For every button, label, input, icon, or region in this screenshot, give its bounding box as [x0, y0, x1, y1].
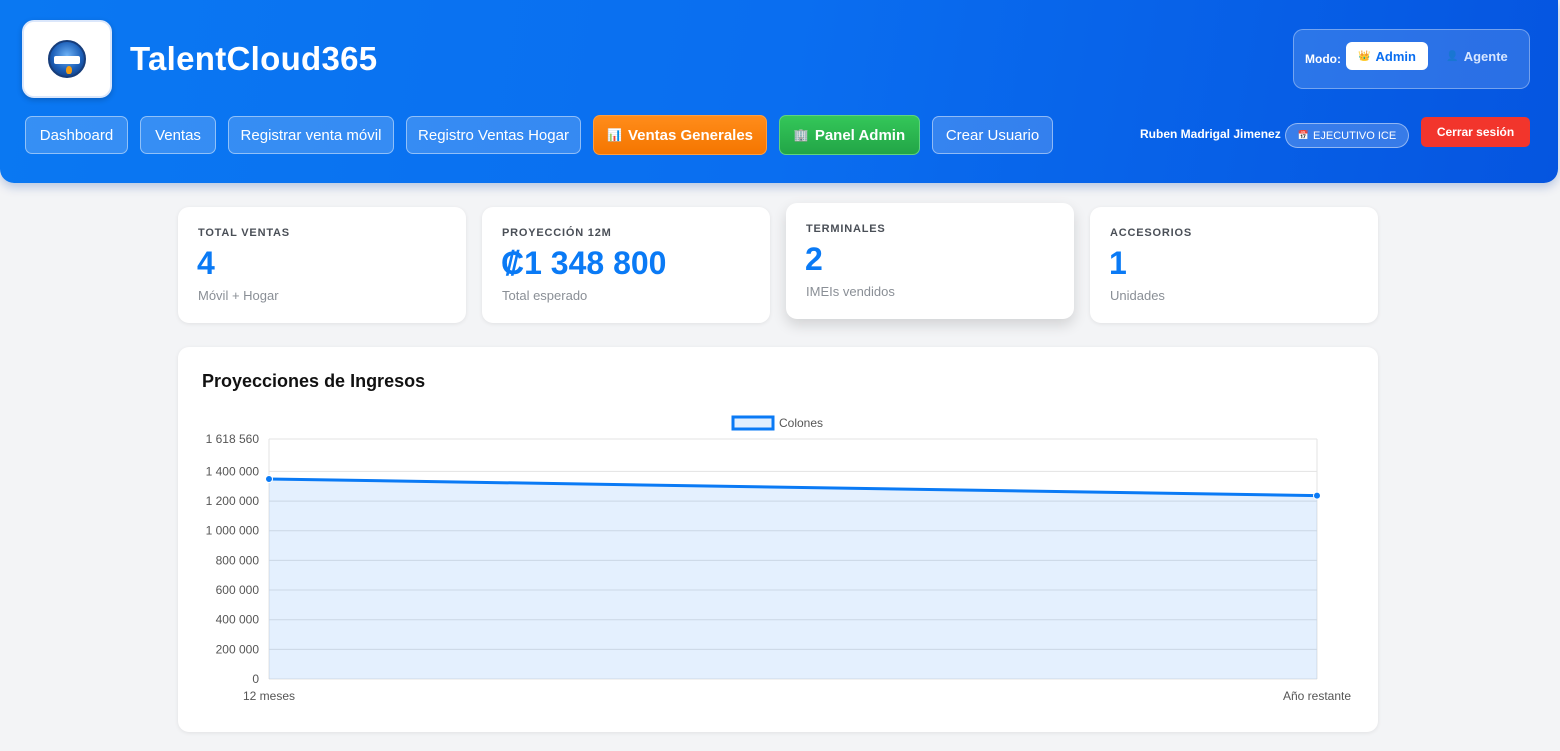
stat-label: TERMINALES [806, 223, 886, 235]
x-tick-label: Año restante [1283, 689, 1351, 703]
building-icon: 🏢 [793, 128, 809, 142]
stat-label: TOTAL VENTAS [198, 227, 290, 239]
nav-label: Crear Usuario [945, 126, 1040, 144]
app-logo[interactable] [22, 20, 112, 98]
nav-label: Ventas Generales [627, 126, 754, 144]
stat-card-terminales: TERMINALES 2 IMEIs vendidos [786, 203, 1074, 319]
role-badge: 📅 EJECUTIVO ICE [1285, 123, 1409, 148]
nav-registro-ventas-hogar-button[interactable]: Registro Ventas Hogar [406, 116, 581, 154]
y-tick-label: 0 [252, 672, 259, 686]
user-name: Ruben Madrigal Jimenez [1140, 127, 1281, 141]
nav-ventas-generales-button[interactable]: 📊 Ventas Generales [593, 115, 767, 155]
y-tick-label: 1 000 000 [206, 524, 260, 538]
y-tick-label: 600 000 [216, 583, 260, 597]
stat-value: 2 [805, 241, 823, 277]
stat-card-total-ventas: TOTAL VENTAS 4 Móvil + Hogar [178, 207, 466, 323]
app-title: TalentCloud365 [130, 40, 378, 77]
data-point [265, 475, 273, 483]
series-area [269, 479, 1317, 679]
nav-label: Panel Admin [814, 126, 906, 144]
legend-swatch [731, 415, 775, 431]
legend-label: Colones [779, 416, 823, 430]
logout-button[interactable]: Cerrar sesión [1421, 117, 1530, 147]
stat-subtitle: Móvil + Hogar [198, 288, 279, 303]
mode-option-label: Agente [1463, 48, 1508, 64]
logo-icon [48, 40, 86, 78]
x-tick-label: 12 meses [243, 689, 295, 703]
y-tick-label: 200 000 [216, 642, 260, 656]
nav-dashboard-button[interactable]: Dashboard [25, 116, 128, 154]
mode-switcher: Modo: 👑 Admin 👤 Agente [1293, 29, 1530, 89]
stat-card-accesorios: ACCESORIOS 1 Unidades [1090, 207, 1378, 323]
stat-card-proyeccion: PROYECCIÓN 12M ₡1 348 800 Total esperado [482, 207, 770, 323]
nav-ventas-button[interactable]: Ventas [140, 116, 216, 154]
stat-value: 4 [197, 245, 215, 281]
y-tick-label: 1 200 000 [206, 494, 260, 508]
revenue-chart-card: Proyecciones de Ingresos 1 618 560 1 400 … [178, 347, 1378, 732]
crown-icon: 👑 [1358, 50, 1371, 62]
app-header: TalentCloud365 Dashboard Ventas Registra… [0, 0, 1558, 183]
mode-admin-button[interactable]: 👑 Admin [1346, 42, 1428, 70]
mode-option-label: Admin [1375, 48, 1416, 64]
stat-value: ₡1 348 800 [501, 245, 667, 281]
stat-value: 1 [1109, 245, 1127, 281]
y-tick-label: 400 000 [216, 613, 260, 627]
y-tick-label: 800 000 [216, 553, 260, 567]
mode-agente-button[interactable]: 👤 Agente [1442, 42, 1512, 70]
person-icon: 👤 [1446, 50, 1459, 62]
data-point [1313, 491, 1321, 500]
y-tick-label: 1 618 560 [206, 432, 260, 446]
nav-label: Dashboard [39, 126, 114, 144]
stat-subtitle: Total esperado [502, 288, 588, 303]
nav-label: Registrar venta móvil [240, 126, 382, 144]
calendar-icon: 📅 [1297, 130, 1310, 140]
nav-registrar-venta-movil-button[interactable]: Registrar venta móvil [228, 116, 394, 154]
nav-label: Registro Ventas Hogar [418, 126, 569, 144]
stat-label: PROYECCIÓN 12M [502, 227, 612, 239]
nav-label: Ventas [155, 126, 201, 144]
stat-label: ACCESORIOS [1110, 227, 1192, 239]
mode-label: Modo: [1305, 52, 1341, 66]
y-tick-label: 1 400 000 [206, 464, 260, 478]
bar-chart-icon: 📊 [606, 128, 622, 142]
nav-panel-admin-button[interactable]: 🏢 Panel Admin [779, 115, 920, 155]
stat-subtitle: Unidades [1110, 288, 1165, 303]
revenue-chart: 1 618 560 1 400 000 1 200 000 1 000 000 800 … [206, 415, 1351, 703]
stat-subtitle: IMEIs vendidos [806, 284, 895, 299]
nav-crear-usuario-button[interactable]: Crear Usuario [932, 116, 1053, 154]
role-label: EJECUTIVO ICE [1313, 129, 1397, 142]
